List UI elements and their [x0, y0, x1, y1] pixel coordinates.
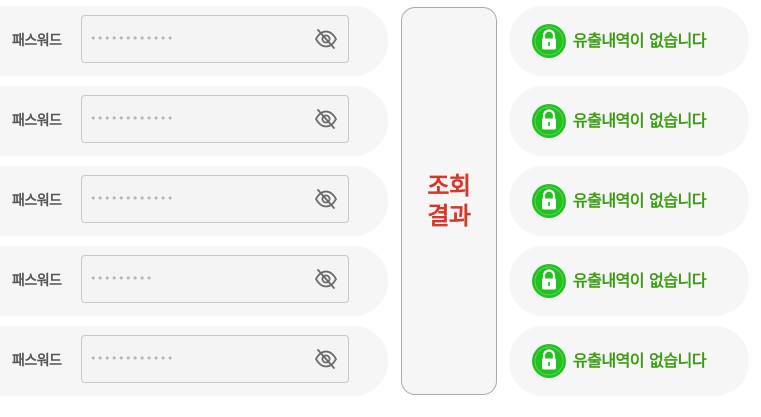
result-title-line1: 조회 [427, 172, 471, 200]
eye-off-icon[interactable] [314, 188, 338, 210]
password-input[interactable]: •••••••••••• [81, 15, 349, 63]
eye-off-icon[interactable] [314, 348, 338, 370]
password-input[interactable]: ••••••••• [81, 255, 349, 303]
leak-status-text: 유출내역이 없습니다 [573, 31, 707, 50]
password-input[interactable]: •••••••••••• [81, 175, 349, 223]
password-row: 패스워드 •••••••••••• [0, 6, 388, 76]
leak-check-panel: 패스워드 •••••••••••• 패스워드 •••••••••••• 패스워드… [0, 0, 761, 417]
result-title-line2: 결과 [427, 202, 471, 230]
leak-status-text: 유출내역이 없습니다 [573, 111, 707, 130]
password-label: 패스워드 [12, 113, 62, 129]
password-masked-value: •••••••••••• [90, 32, 174, 45]
eye-off-icon[interactable] [314, 28, 338, 50]
password-row: 패스워드 •••••••••••• [0, 166, 388, 236]
password-label: 패스워드 [12, 193, 62, 209]
password-label: 패스워드 [12, 33, 62, 49]
lookup-result-box: 조회 결과 [401, 7, 497, 395]
password-label: 패스워드 [12, 353, 62, 369]
leak-status-text: 유출내역이 없습니다 [573, 351, 707, 370]
leak-status-text: 유출내역이 없습니다 [573, 271, 707, 290]
password-masked-value: ••••••••• [90, 272, 153, 285]
leak-status-text: 유출내역이 없습니다 [573, 191, 707, 210]
leak-status-row: 유출내역이 없습니다 [509, 246, 749, 316]
leak-status-row: 유출내역이 없습니다 [509, 166, 749, 236]
password-input[interactable]: •••••••••••• [81, 95, 349, 143]
password-row: 패스워드 •••••••••••• [0, 86, 388, 156]
eye-off-icon[interactable] [314, 268, 338, 290]
lock-icon [532, 184, 566, 218]
password-list: 패스워드 •••••••••••• 패스워드 •••••••••••• 패스워드… [0, 0, 395, 417]
lock-icon [532, 344, 566, 378]
password-masked-value: •••••••••••• [90, 112, 174, 125]
eye-off-icon[interactable] [314, 108, 338, 130]
password-row: 패스워드 ••••••••• [0, 246, 388, 316]
lock-icon [532, 24, 566, 58]
leak-status-row: 유출내역이 없습니다 [509, 86, 749, 156]
leak-status-row: 유출내역이 없습니다 [509, 326, 749, 396]
password-masked-value: •••••••••••• [90, 352, 174, 365]
lock-icon [532, 104, 566, 138]
password-label: 패스워드 [12, 273, 62, 289]
password-input[interactable]: •••••••••••• [81, 335, 349, 383]
lock-icon [532, 264, 566, 298]
password-masked-value: •••••••••••• [90, 192, 174, 205]
password-row: 패스워드 •••••••••••• [0, 326, 388, 396]
leak-status-row: 유출내역이 없습니다 [509, 6, 749, 76]
